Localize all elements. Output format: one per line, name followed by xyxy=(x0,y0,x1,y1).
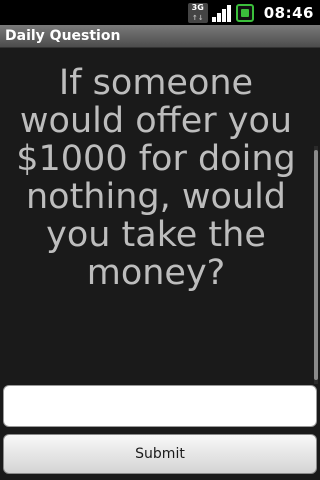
answer-input[interactable] xyxy=(3,385,317,427)
network-type-label: 3G xyxy=(191,2,204,12)
submit-button[interactable]: Submit xyxy=(3,434,317,474)
app-title: Daily Question xyxy=(5,28,121,44)
app-title-bar: Daily Question xyxy=(0,25,320,48)
question-text: If someone would offer you $1000 for doi… xyxy=(16,63,296,293)
scrollbar-thumb[interactable] xyxy=(314,150,318,380)
network-activity-icon: ↑↓ xyxy=(191,13,204,22)
signal-strength-icon xyxy=(211,4,232,22)
status-clock: 08:46 xyxy=(263,3,314,22)
status-icons: 3G ↑↓ 08:46 xyxy=(187,0,320,25)
network-type-icon: 3G ↑↓ xyxy=(187,2,208,23)
battery-icon xyxy=(235,3,254,22)
status-bar: 3G ↑↓ 08:46 xyxy=(0,0,320,25)
